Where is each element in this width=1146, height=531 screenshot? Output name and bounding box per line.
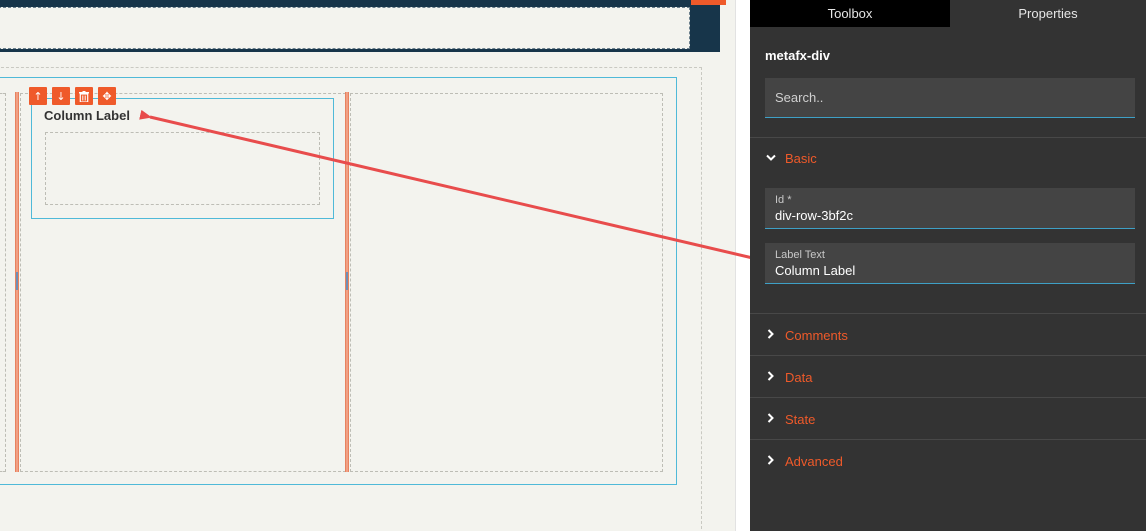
divider [750, 313, 1146, 314]
section-advanced[interactable]: Advanced [765, 451, 843, 471]
divider [750, 439, 1146, 440]
div-dropzone[interactable] [45, 132, 320, 205]
section-data-label: Data [785, 369, 813, 385]
id-field[interactable]: Id * div-row-3bf2c [765, 188, 1135, 229]
id-field-value[interactable]: div-row-3bf2c [775, 208, 1125, 223]
id-field-label: Id * [775, 194, 792, 206]
chevron-right-icon [765, 328, 777, 342]
column-resize-handle-2[interactable] [345, 92, 349, 472]
section-comments[interactable]: Comments [765, 325, 848, 345]
column-resize-handle-1[interactable] [15, 92, 19, 472]
component-name: metafx-div [765, 48, 831, 63]
section-data[interactable]: Data [765, 367, 812, 387]
design-canvas[interactable]: Column Label ↑ ↓ ✥ [0, 0, 735, 531]
arrow-down-icon[interactable]: ↓ [52, 87, 70, 105]
resize-grip[interactable] [346, 272, 348, 290]
tab-toolbox[interactable]: Toolbox [750, 0, 950, 27]
header-dropzone[interactable] [0, 7, 690, 49]
move-icon[interactable]: ✥ [98, 87, 116, 105]
panel-tabs: Toolbox Properties [750, 0, 1146, 27]
chevron-right-icon [765, 412, 777, 426]
section-basic[interactable]: Basic [765, 148, 817, 168]
column-label-text: Column Label [44, 108, 130, 123]
header-accent [691, 0, 726, 5]
canvas-scrollbar[interactable] [735, 0, 751, 531]
tab-properties[interactable]: Properties [950, 0, 1146, 27]
label-text-field[interactable]: Label Text Column Label [765, 243, 1135, 284]
divider [750, 397, 1146, 398]
divider [750, 355, 1146, 356]
section-state[interactable]: State [765, 409, 815, 429]
label-text-field-label: Label Text [775, 249, 825, 261]
chevron-right-icon [765, 454, 777, 468]
section-advanced-label: Advanced [785, 453, 843, 469]
column-left[interactable] [0, 93, 6, 472]
search-input[interactable] [765, 78, 1135, 118]
component-toolbar: ↑ ↓ ✥ [29, 87, 116, 105]
trash-icon[interactable] [75, 87, 93, 105]
divider [750, 137, 1146, 138]
column-right[interactable] [350, 93, 663, 472]
section-basic-label: Basic [785, 150, 817, 166]
resize-grip[interactable] [16, 272, 18, 290]
chevron-right-icon [765, 370, 777, 384]
label-text-field-value[interactable]: Column Label [775, 263, 1125, 278]
chevron-down-icon [765, 151, 777, 165]
arrow-up-icon[interactable]: ↑ [29, 87, 47, 105]
header-component[interactable] [0, 0, 726, 52]
section-comments-label: Comments [785, 327, 848, 343]
section-state-label: State [785, 411, 816, 427]
properties-panel: Toolbox Properties metafx-div Basic Id *… [750, 0, 1146, 531]
